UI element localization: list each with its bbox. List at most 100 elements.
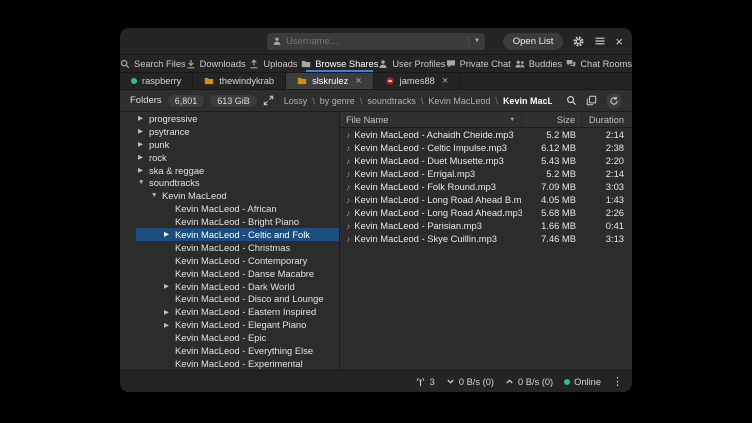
expander-closed-icon[interactable]: ▶ — [138, 127, 149, 135]
close-tab-icon[interactable]: × — [442, 76, 448, 87]
tab-label: Private Chat — [460, 59, 511, 69]
column-header-file-name[interactable]: File Name▼ — [340, 112, 522, 127]
tab-chat-rooms[interactable]: Chat Rooms — [566, 55, 632, 72]
download-rate-text: 0 B/s (0) — [459, 377, 494, 387]
tree-item[interactable]: Kevin MacLeod - Epic — [136, 331, 339, 344]
tab-label: Downloads — [200, 59, 246, 69]
expand-icon[interactable] — [263, 95, 274, 106]
file-row[interactable]: ♪Kevin MacLeod - Achaidh Cheide.mp35.2 M… — [340, 128, 632, 141]
tab-search-files[interactable]: Search Files — [120, 55, 186, 72]
main-tab-bar: Search Files DownloadsUploadsBrowse Share… — [120, 55, 632, 73]
breadcrumb-item[interactable]: Kevin MacLeod - Celtic and Folk — [503, 96, 552, 106]
download-rate[interactable]: 0 B/s (0) — [446, 377, 494, 387]
online-status[interactable]: Online — [564, 377, 601, 387]
tree-item-label: punk — [149, 139, 169, 150]
tab-private-chat[interactable]: Private Chat — [446, 55, 511, 72]
breadcrumb-item[interactable]: Kevin MacLeod — [428, 96, 490, 106]
tree-item[interactable]: ▶psytrance — [136, 125, 339, 138]
file-name: Kevin MacLeod - Long Road Ahead B.mp3 — [354, 194, 522, 205]
status-menu-icon[interactable]: ⋮ — [612, 375, 623, 388]
tree-item[interactable]: ▼soundtracks — [136, 176, 339, 189]
expander-closed-icon[interactable]: ▶ — [138, 114, 149, 122]
tree-item[interactable]: Kevin MacLeod - Christmas — [136, 241, 339, 254]
tree-item[interactable]: Kevin MacLeod - Danse Macabre — [136, 267, 339, 280]
open-list-button[interactable]: Open List — [503, 33, 564, 50]
chat-icon — [446, 59, 456, 69]
file-table-header: File Name▼SizeDuration — [340, 112, 632, 128]
expander-open-icon[interactable]: ▼ — [151, 192, 162, 199]
expander-closed-icon[interactable]: ▶ — [164, 321, 175, 329]
tree-item-label: Kevin MacLeod — [162, 190, 227, 201]
file-row[interactable]: ♪Kevin MacLeod - Skye Cuillin.mp37.46 MB… — [340, 232, 632, 245]
tab-buddies[interactable]: Buddies — [511, 55, 567, 72]
upload-rate[interactable]: 0 B/s (0) — [505, 377, 553, 387]
tree-item[interactable]: Kevin MacLeod - Everything Else — [136, 344, 339, 357]
tree-item-label: Kevin MacLeod - Bright Piano — [175, 216, 299, 227]
tree-item-label: Kevin MacLeod - Eastern Inspired — [175, 306, 316, 317]
column-header-size[interactable]: Size — [522, 112, 582, 127]
tree-item[interactable]: ▶rock — [136, 151, 339, 164]
tree-item[interactable]: ▶punk — [136, 138, 339, 151]
tree-item[interactable]: ▼Kevin MacLeod — [136, 189, 339, 202]
copy-icon[interactable] — [586, 95, 597, 106]
file-row[interactable]: ♪Kevin MacLeod - Folk Round.mp37.09 MB3:… — [340, 180, 632, 193]
close-tab-icon[interactable]: × — [355, 76, 361, 87]
user-tab-slskrulez[interactable]: slskrulez× — [286, 73, 374, 89]
upload-rate-text: 0 B/s (0) — [518, 377, 553, 387]
tree-item[interactable]: Kevin MacLeod - African — [136, 202, 339, 215]
refresh-button[interactable] — [606, 93, 622, 109]
tab-user-profiles[interactable]: User Profiles — [378, 55, 445, 72]
tree-item[interactable]: ▶Kevin MacLeod - Dark World — [136, 280, 339, 293]
user-tab-james88[interactable]: james88× — [374, 73, 461, 89]
user-tab-thewindykrab[interactable]: thewindykrab — [193, 73, 286, 89]
expander-closed-icon[interactable]: ▶ — [138, 166, 149, 174]
file-row[interactable]: ♪Kevin MacLeod - Long Road Ahead B.mp34.… — [340, 193, 632, 206]
file-name: Kevin MacLeod - Duet Musette.mp3 — [354, 155, 504, 166]
tree-item[interactable]: Kevin MacLeod - Bright Piano — [136, 215, 339, 228]
username-input[interactable] — [282, 36, 468, 47]
close-window-icon[interactable]: × — [615, 35, 623, 48]
username-combo[interactable]: ▼ — [267, 33, 485, 50]
tree-item-label: Kevin MacLeod - Danse Macabre — [175, 268, 314, 279]
expander-closed-icon[interactable]: ▶ — [164, 308, 175, 316]
user-tab-raspberry[interactable]: raspberry — [120, 73, 193, 89]
tree-item[interactable]: ▶Kevin MacLeod - Eastern Inspired — [136, 305, 339, 318]
tree-item[interactable]: ▶Kevin MacLeod - Elegant Piano — [136, 318, 339, 331]
expander-closed-icon[interactable]: ▶ — [164, 230, 175, 238]
breadcrumb-item[interactable]: by genre — [320, 96, 355, 106]
settings-gear-icon[interactable] — [572, 35, 585, 48]
tab-browse-shares[interactable]: Browse Shares — [301, 55, 378, 72]
expander-open-icon[interactable]: ▼ — [138, 179, 149, 186]
file-row[interactable]: ♪Kevin MacLeod - Celtic Impulse.mp36.12 … — [340, 141, 632, 154]
file-row[interactable]: ♪Kevin MacLeod - Duet Musette.mp35.43 MB… — [340, 154, 632, 167]
tree-item[interactable]: Kevin MacLeod - Disco and Lounge — [136, 292, 339, 305]
file-size: 6.12 MB — [522, 142, 582, 153]
tree-item[interactable]: Kevin MacLeod - Contemporary — [136, 254, 339, 267]
file-size: 5.2 MB — [522, 129, 582, 140]
file-row[interactable]: ♪Kevin MacLeod - Errigal.mp35.2 MB2:14 — [340, 167, 632, 180]
search-icon[interactable] — [566, 95, 577, 106]
expander-closed-icon[interactable]: ▶ — [164, 282, 175, 290]
tree-item[interactable]: Kevin MacLeod - Experimental — [136, 357, 339, 370]
column-header-duration[interactable]: Duration — [582, 112, 632, 127]
connections-status[interactable]: 3 — [415, 376, 435, 387]
expander-closed-icon[interactable]: ▶ — [138, 153, 149, 161]
tab-uploads[interactable]: Uploads — [246, 55, 302, 72]
tree-item[interactable]: ▶progressive — [136, 112, 339, 125]
online-status-icon — [131, 78, 137, 84]
file-row[interactable]: ♪Kevin MacLeod - Parisian.mp31.66 MB0:41 — [340, 219, 632, 232]
breadcrumb-item[interactable]: Lossy — [284, 96, 308, 106]
expander-closed-icon[interactable]: ▶ — [138, 140, 149, 148]
breadcrumb-item[interactable]: soundtracks — [367, 96, 416, 106]
combo-dropdown-icon[interactable]: ▼ — [468, 36, 480, 47]
file-name-cell: ♪Kevin MacLeod - Folk Round.mp3 — [340, 181, 522, 192]
status-bar: 3 0 B/s (0) 0 B/s (0) Online ⋮ — [120, 370, 632, 392]
tree-item[interactable]: ▶Kevin MacLeod - Celtic and Folk — [136, 228, 339, 241]
tree-item[interactable]: ▶ska & reggae — [136, 164, 339, 177]
tab-downloads[interactable]: Downloads — [186, 55, 246, 72]
file-row[interactable]: ♪Kevin MacLeod - Long Road Ahead.mp35.68… — [340, 206, 632, 219]
file-duration: 2:38 — [582, 142, 632, 153]
file-size: 4.05 MB — [522, 194, 582, 205]
menu-hamburger-icon[interactable] — [594, 35, 606, 47]
upload-icon — [249, 59, 259, 69]
